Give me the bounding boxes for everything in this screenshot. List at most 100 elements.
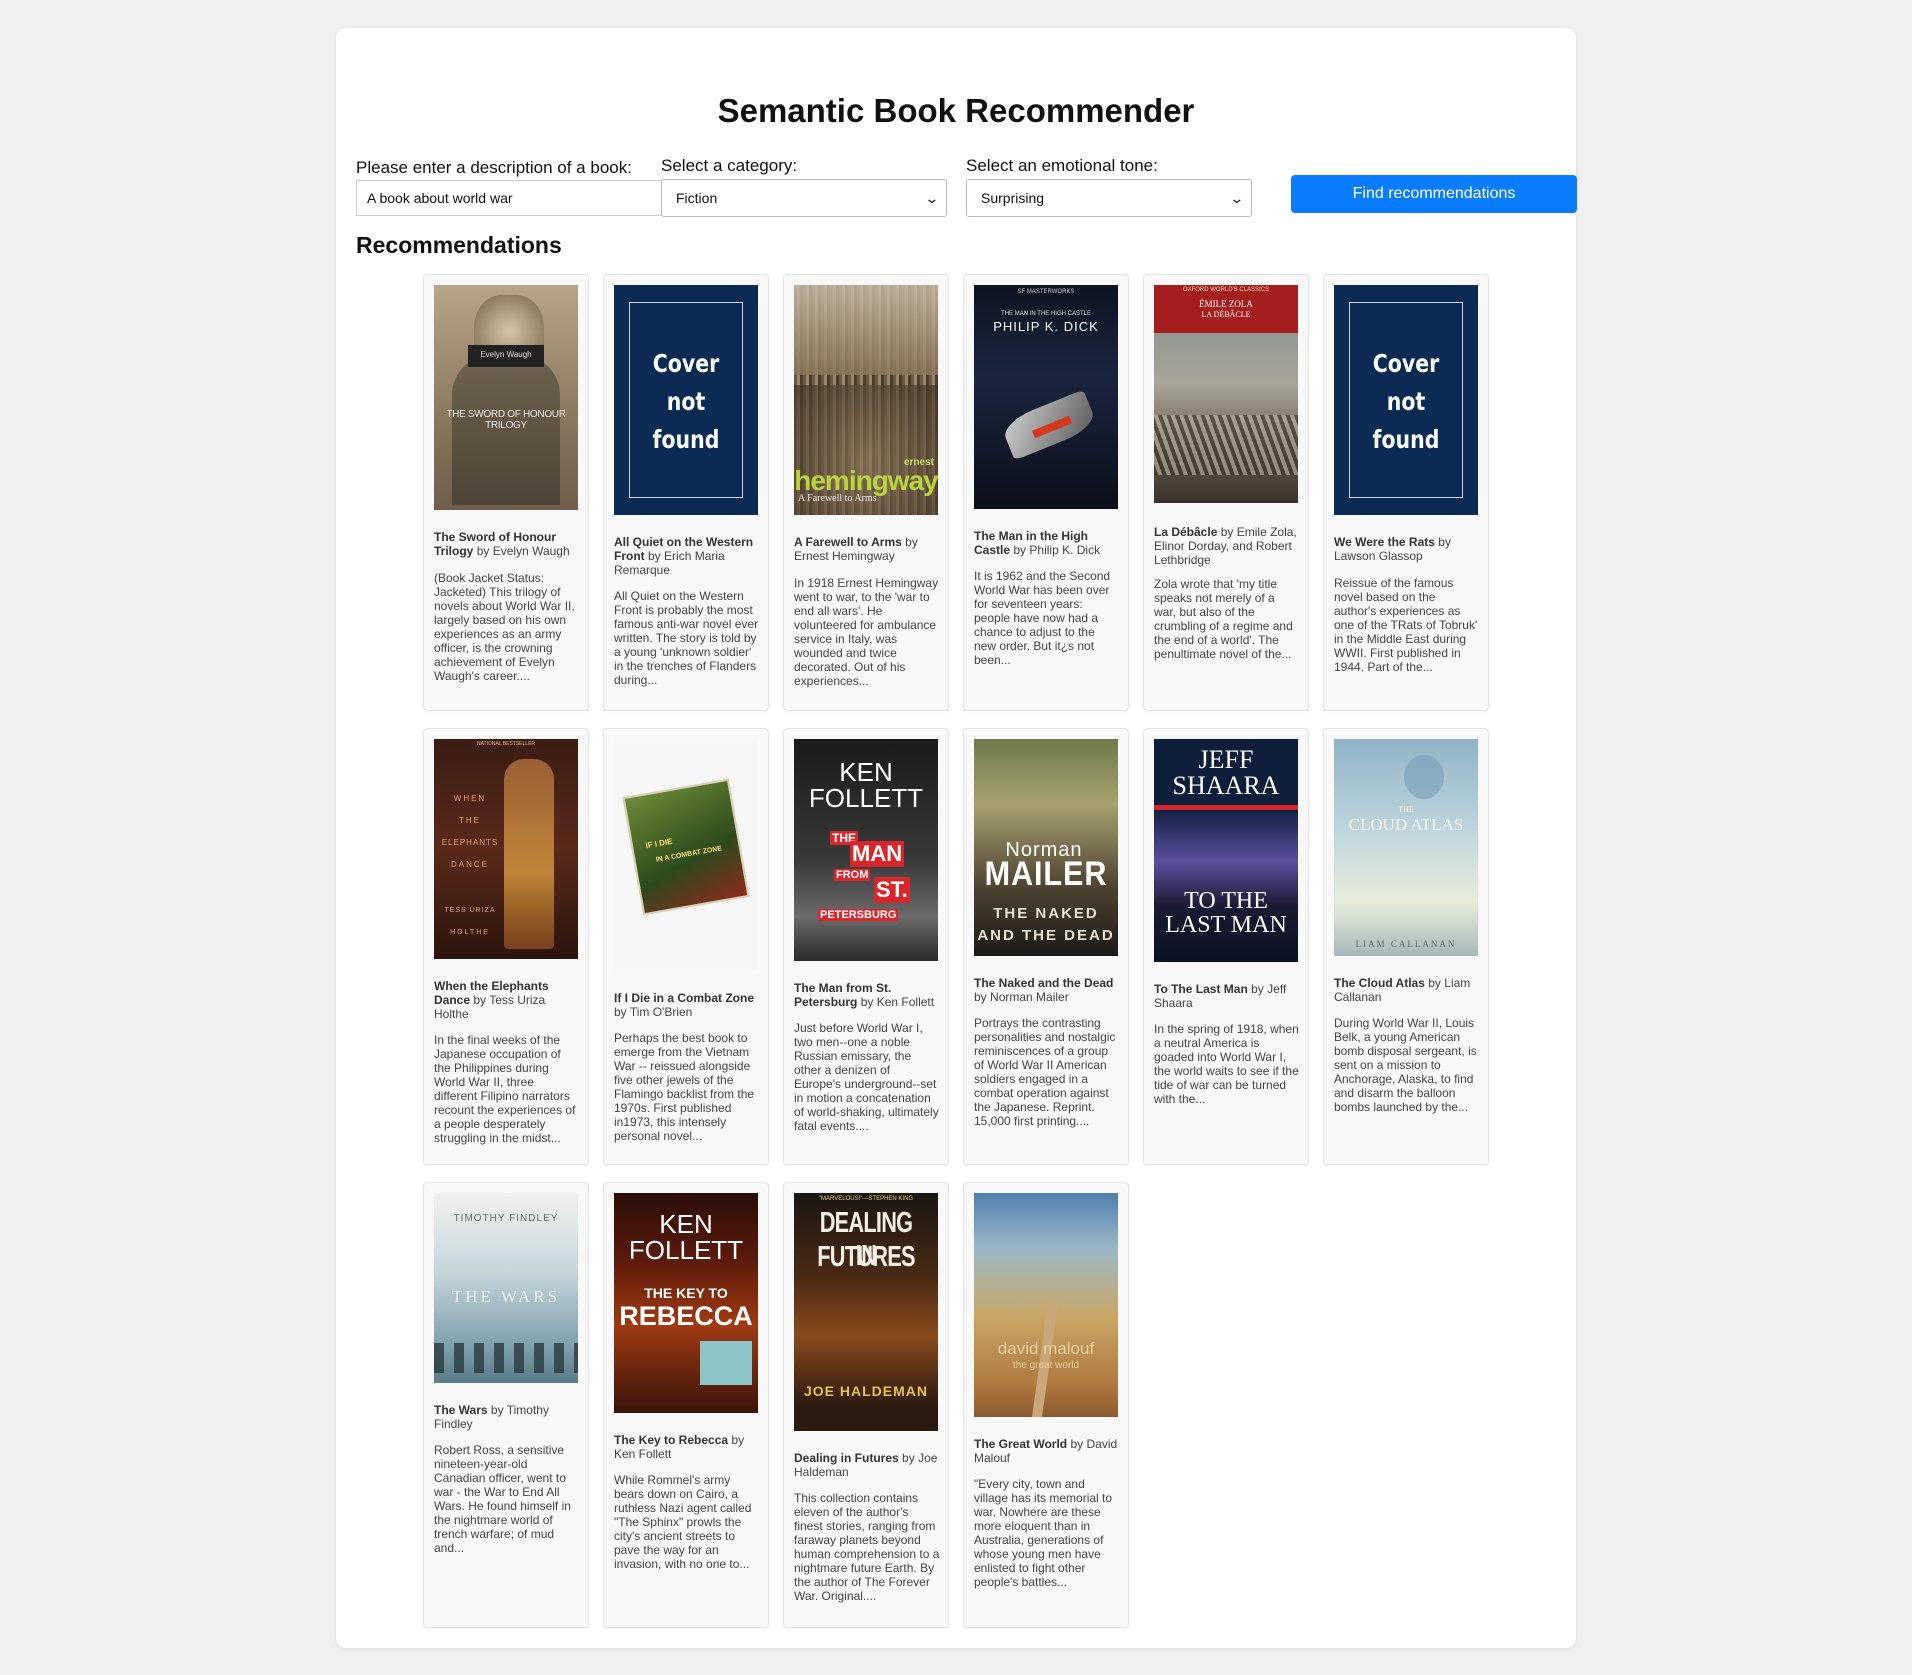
page-title: Semantic Book Recommender	[717, 92, 1195, 129]
book-meta: The Wars by Timothy Findley	[434, 1403, 580, 1431]
cover-text: LA DÉBÂCLE	[1201, 310, 1251, 319]
cover-text: A Farewell to Arms	[798, 493, 877, 504]
book-by: by	[1428, 976, 1441, 990]
book-title: The Great World	[974, 1437, 1068, 1451]
book-card[interactable]: KEN FOLLETT THE MAN FROM ST. PETERSBURG …	[783, 728, 949, 1165]
category-field: Select a category: Fiction ⌄	[661, 156, 947, 217]
book-meta: La Débâcle by Emile Zola, Elinor Dorday,…	[1154, 525, 1300, 567]
book-card[interactable]: NATIONAL BESTSELLER WHEN THE ELEPHANTS D…	[423, 728, 589, 1165]
book-cover: NATIONAL BESTSELLER WHEN THE ELEPHANTS D…	[434, 739, 578, 959]
cover-text: FUTURES	[817, 1241, 915, 1273]
book-card[interactable]: Evelyn Waugh THE SWORD OF HONOUR TRILOGY…	[423, 274, 589, 711]
book-by: by	[974, 990, 987, 1004]
book-meta: The Man from St. Petersburg by Ken Folle…	[794, 981, 940, 1009]
book-by: by	[490, 1403, 504, 1417]
book-title: Dealing in Futures	[794, 1451, 899, 1465]
cover-text: FOLLETT	[628, 1235, 744, 1265]
tone-label: Select an emotional tone:	[966, 156, 1158, 175]
cover-text: THE MAN IN THE HIGH CASTLE	[1001, 311, 1091, 317]
cover-text: JOE HALDEMAN	[803, 1383, 928, 1399]
book-card[interactable]: Cover not found We Were the Rats by Laws…	[1323, 274, 1489, 711]
book-card[interactable]: david malouf the great world The Great W…	[963, 1182, 1129, 1628]
cover-text: CLOUD ATLAS	[1348, 815, 1464, 834]
chevron-down-icon: ⌄	[1229, 190, 1245, 206]
cover-text: PHILIP K. DICK	[993, 319, 1099, 334]
category-label: Select a category:	[661, 156, 798, 175]
book-card[interactable]: "MARVELOUS!"—STEPHEN KING DEALING IN FUT…	[783, 1182, 949, 1628]
cover-text: Cover	[1372, 349, 1440, 378]
book-author: Philip K. Dick	[1029, 543, 1101, 557]
book-meta: To The Last Man by Jeff Shaara	[1154, 982, 1300, 1010]
book-title: The Wars	[434, 1403, 488, 1417]
book-description: Perhaps the best book to emerge from the…	[614, 1031, 755, 1143]
book-meta: All Quiet on the Western Front by Erich …	[614, 535, 760, 577]
book-description: In the final weeks of the Japanese occup…	[434, 1033, 576, 1145]
book-by: by	[614, 1005, 627, 1019]
book-card[interactable]: ernest hemingway A Farewell to Arms A Fa…	[783, 274, 949, 711]
book-card[interactable]: SF MASTERWORKS THE MAN IN THE HIGH CASTL…	[963, 274, 1129, 711]
cover-text: SHAARA	[1172, 771, 1280, 800]
book-meta: We Were the Rats by Lawson Glassop	[1334, 535, 1480, 563]
book-cover: IF I DIE IN A COMBAT ZONE	[614, 739, 758, 971]
book-meta: If I Die in a Combat Zone by Tim O'Brien	[614, 991, 760, 1019]
book-card[interactable]: KEN FOLLETT THE KEY TO REBECCA The Key t…	[603, 1182, 769, 1628]
book-by: by	[860, 995, 874, 1009]
book-meta: The Cloud Atlas by Liam Callanan	[1334, 976, 1480, 1004]
book-card[interactable]: TIMOTHY FINDLEY THE WARS The Wars by Tim…	[423, 1182, 589, 1628]
book-meta: The Man in the High Castle by Philip K. …	[974, 529, 1120, 557]
book-by: by	[1438, 535, 1451, 549]
cover-text: Cover	[652, 349, 720, 378]
cover-text: ST.	[874, 877, 910, 903]
book-card[interactable]: JEFF SHAARA TO THE LAST MAN To The Last …	[1143, 728, 1309, 1165]
book-by: by	[648, 549, 661, 563]
book-title: The Key to Rebecca	[614, 1433, 729, 1447]
book-cover: Cover not found	[614, 285, 758, 515]
book-by: by	[731, 1433, 745, 1447]
book-card[interactable]: OXFORD WORLD'S CLASSICS ÉMILE ZOLA LA DÉ…	[1143, 274, 1309, 711]
book-card[interactable]: Norman MAILER THE NAKED AND THE DEAD The…	[963, 728, 1129, 1165]
cover-text: the great world	[1012, 1360, 1080, 1371]
book-author: Ernest Hemingway	[794, 549, 895, 563]
book-by: by	[1070, 1437, 1084, 1451]
book-meta: When the Elephants Dance by Tess Uriza H…	[434, 979, 580, 1021]
book-cover: TIMOTHY FINDLEY THE WARS	[434, 1193, 578, 1383]
book-by: by	[902, 1451, 915, 1465]
cover-text: PETERSBURG	[818, 909, 899, 921]
book-author: Lawson Glassop	[1334, 549, 1423, 563]
book-author: Ken Follett	[614, 1447, 672, 1461]
book-by: by	[1013, 543, 1027, 557]
book-description: It is 1962 and the Second World War has …	[974, 569, 1111, 667]
book-author: Norman Mailer	[990, 990, 1069, 1004]
cover-text: ÉMILE ZOLA	[1199, 299, 1253, 309]
category-selected-value: Fiction	[676, 190, 718, 206]
book-meta: A Farewell to Arms by Ernest Hemingway	[794, 535, 940, 563]
book-card[interactable]: THE CLOUD ATLAS LIAM CALLANAN The Cloud …	[1323, 728, 1489, 1165]
tone-selected-value: Surprising	[981, 190, 1045, 206]
cover-text: WHEN	[453, 794, 487, 803]
book-title: The Cloud Atlas	[1334, 976, 1425, 990]
book-cover: KEN FOLLETT THE KEY TO REBECCA	[614, 1193, 758, 1413]
cover-text: THE	[459, 816, 481, 825]
cover-text: found	[652, 425, 720, 454]
book-description: (Book Jacket Status: Jacketed) This tril…	[434, 571, 575, 683]
book-description: "Every city, town and village has its me…	[974, 1477, 1113, 1589]
recommendations-heading: Recommendations	[356, 232, 562, 258]
find-recommendations-button[interactable]: Find recommendations	[1291, 175, 1577, 213]
cover-text: NATIONAL BESTSELLER	[476, 741, 536, 747]
book-by: by	[1220, 525, 1234, 539]
cover-text: MAILER	[984, 855, 1108, 893]
tone-select[interactable]: Surprising ⌄	[966, 179, 1252, 217]
category-select[interactable]: Fiction ⌄	[661, 179, 947, 217]
book-by: by	[476, 544, 490, 558]
description-input[interactable]	[356, 180, 662, 216]
book-description: In the spring of 1918, when a neutral Am…	[1154, 1022, 1299, 1106]
book-card[interactable]: Cover not found All Quiet on the Western…	[603, 274, 769, 711]
book-cover: david malouf the great world	[974, 1193, 1118, 1417]
book-cover: Norman MAILER THE NAKED AND THE DEAD	[974, 739, 1118, 956]
book-meta: Dealing in Futures by Joe Haldeman	[794, 1451, 940, 1479]
book-by: by	[1251, 982, 1264, 996]
chevron-down-icon: ⌄	[924, 190, 940, 206]
book-card[interactable]: IF I DIE IN A COMBAT ZONE If I Die in a …	[603, 728, 769, 1165]
book-by: by	[905, 535, 918, 549]
cover-text: ELEPHANTS	[441, 838, 499, 847]
